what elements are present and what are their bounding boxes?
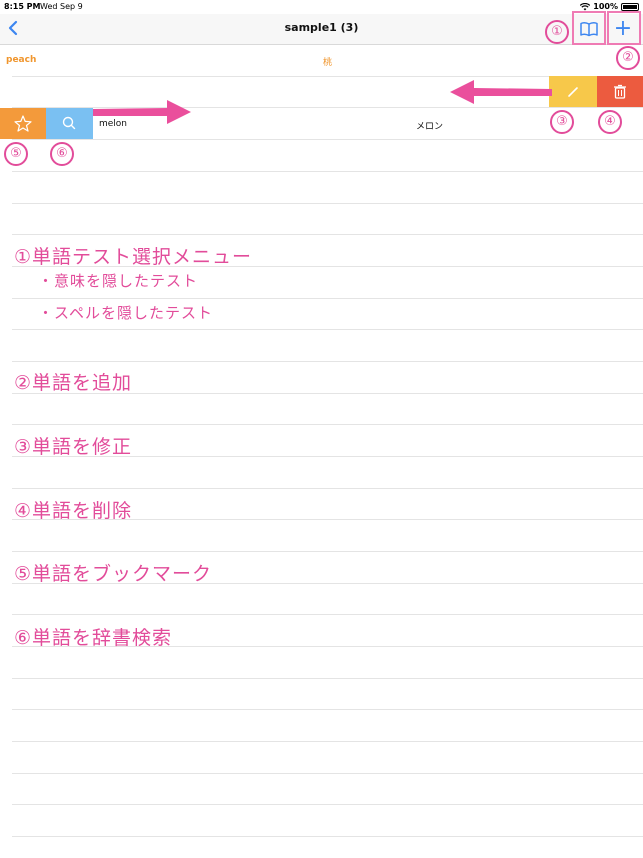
star-icon [14,115,32,132]
edit-button[interactable] [549,76,597,108]
highlight-book [572,11,606,45]
row-divider [12,329,643,330]
meaning-melon[interactable]: メロン [416,119,443,132]
row-divider [12,139,643,140]
annotation-2: ②単語を追加 [14,372,133,394]
row-divider [12,298,643,299]
marker-5: ⑤ [4,142,28,166]
annotation-1-sub-1: ・意味を隠したテスト [38,272,199,290]
marker-3: ③ [550,110,574,134]
annotation-1: ①単語テスト選択メニュー [14,246,253,268]
arrow-left-icon [450,80,552,104]
row-divider [12,773,643,774]
status-bar: 8:15 PM Wed Sep 9 100% [0,0,643,14]
row-divider [12,709,643,710]
marker-4: ④ [598,110,622,134]
status-time: 8:15 PM [4,2,41,11]
trash-icon [614,84,626,99]
annotation-4: ④単語を削除 [14,500,133,522]
annotation-3: ③単語を修正 [14,436,133,458]
marker-1: ① [545,20,569,44]
row-divider [12,614,643,615]
annotation-5: ⑤単語をブックマーク [14,563,213,585]
pencil-icon [568,87,578,97]
row-divider [12,488,643,489]
bookmark-button[interactable] [0,108,46,139]
status-date: Wed Sep 9 [40,2,83,11]
annotation-1-sub-2: ・スペルを隠したテスト [38,304,213,322]
magnifier-icon [62,116,76,130]
annotation-6: ⑥単語を辞書検索 [14,627,173,649]
row-divider [12,804,643,805]
arrow-right-icon [93,100,191,124]
dictionary-search-button[interactable] [46,108,93,139]
wifi-icon [580,2,591,10]
marker-2: ② [616,46,640,70]
highlight-plus [607,11,641,45]
row-divider [12,171,643,172]
marker-6: ⑥ [50,142,74,166]
row-divider [12,678,643,679]
battery-icon [621,2,639,11]
status-right: 100% [580,2,639,11]
word-peach[interactable]: peach [6,55,36,65]
row-divider [12,741,643,742]
row-divider [12,836,643,837]
battery-percent: 100% [593,2,618,11]
delete-button[interactable] [597,76,643,108]
row-divider [12,234,643,235]
row-divider [12,361,643,362]
row-divider [12,424,643,425]
row-divider [12,203,643,204]
meaning-peach[interactable]: 桃 [323,55,332,68]
row-divider [12,551,643,552]
